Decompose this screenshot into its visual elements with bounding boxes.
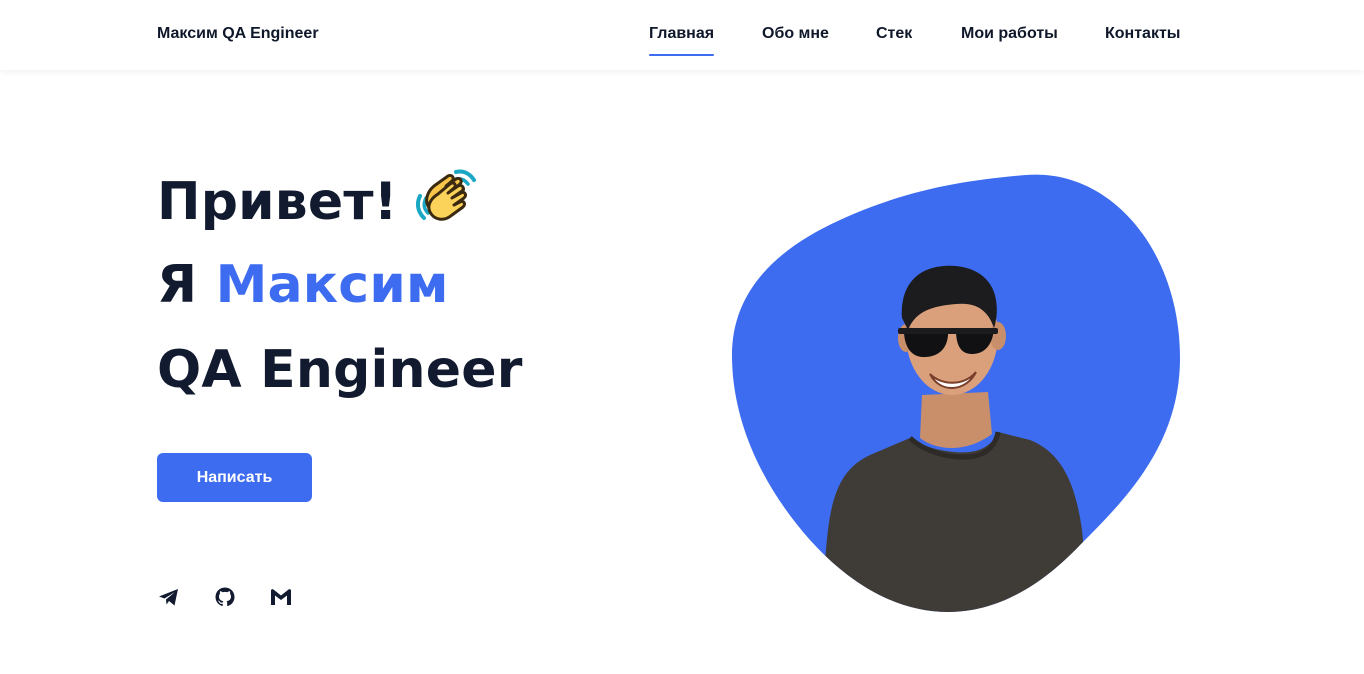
nav-link-contacts[interactable]: Контакты xyxy=(1105,24,1180,44)
brand-logo[interactable]: Максим QA Engineer xyxy=(157,24,319,44)
hero-intro-prefix: Я xyxy=(157,255,198,315)
write-button[interactable]: Написать xyxy=(157,453,312,502)
nav-link-home[interactable]: Главная xyxy=(649,24,715,56)
clapping-hands-emoji-icon xyxy=(412,166,478,232)
hero-intro-line: Я Максим xyxy=(157,255,449,315)
hero-greeting-line: Привет! xyxy=(157,169,478,238)
nav-link-works[interactable]: Мои работы xyxy=(961,24,1058,44)
gmail-icon[interactable] xyxy=(269,585,293,609)
nav-link-about[interactable]: Обо мне xyxy=(762,24,829,44)
hero-name: Максим xyxy=(215,255,449,315)
nav-link-stack[interactable]: Стек xyxy=(876,24,912,44)
github-icon[interactable] xyxy=(213,585,237,609)
hero-greeting: Привет! xyxy=(157,172,398,232)
site-header: Максим QA Engineer Главная Обо мне Стек … xyxy=(0,0,1364,70)
profile-photo xyxy=(730,170,1182,615)
telegram-icon[interactable] xyxy=(157,585,181,609)
hero-role: QA Engineer xyxy=(157,340,523,400)
